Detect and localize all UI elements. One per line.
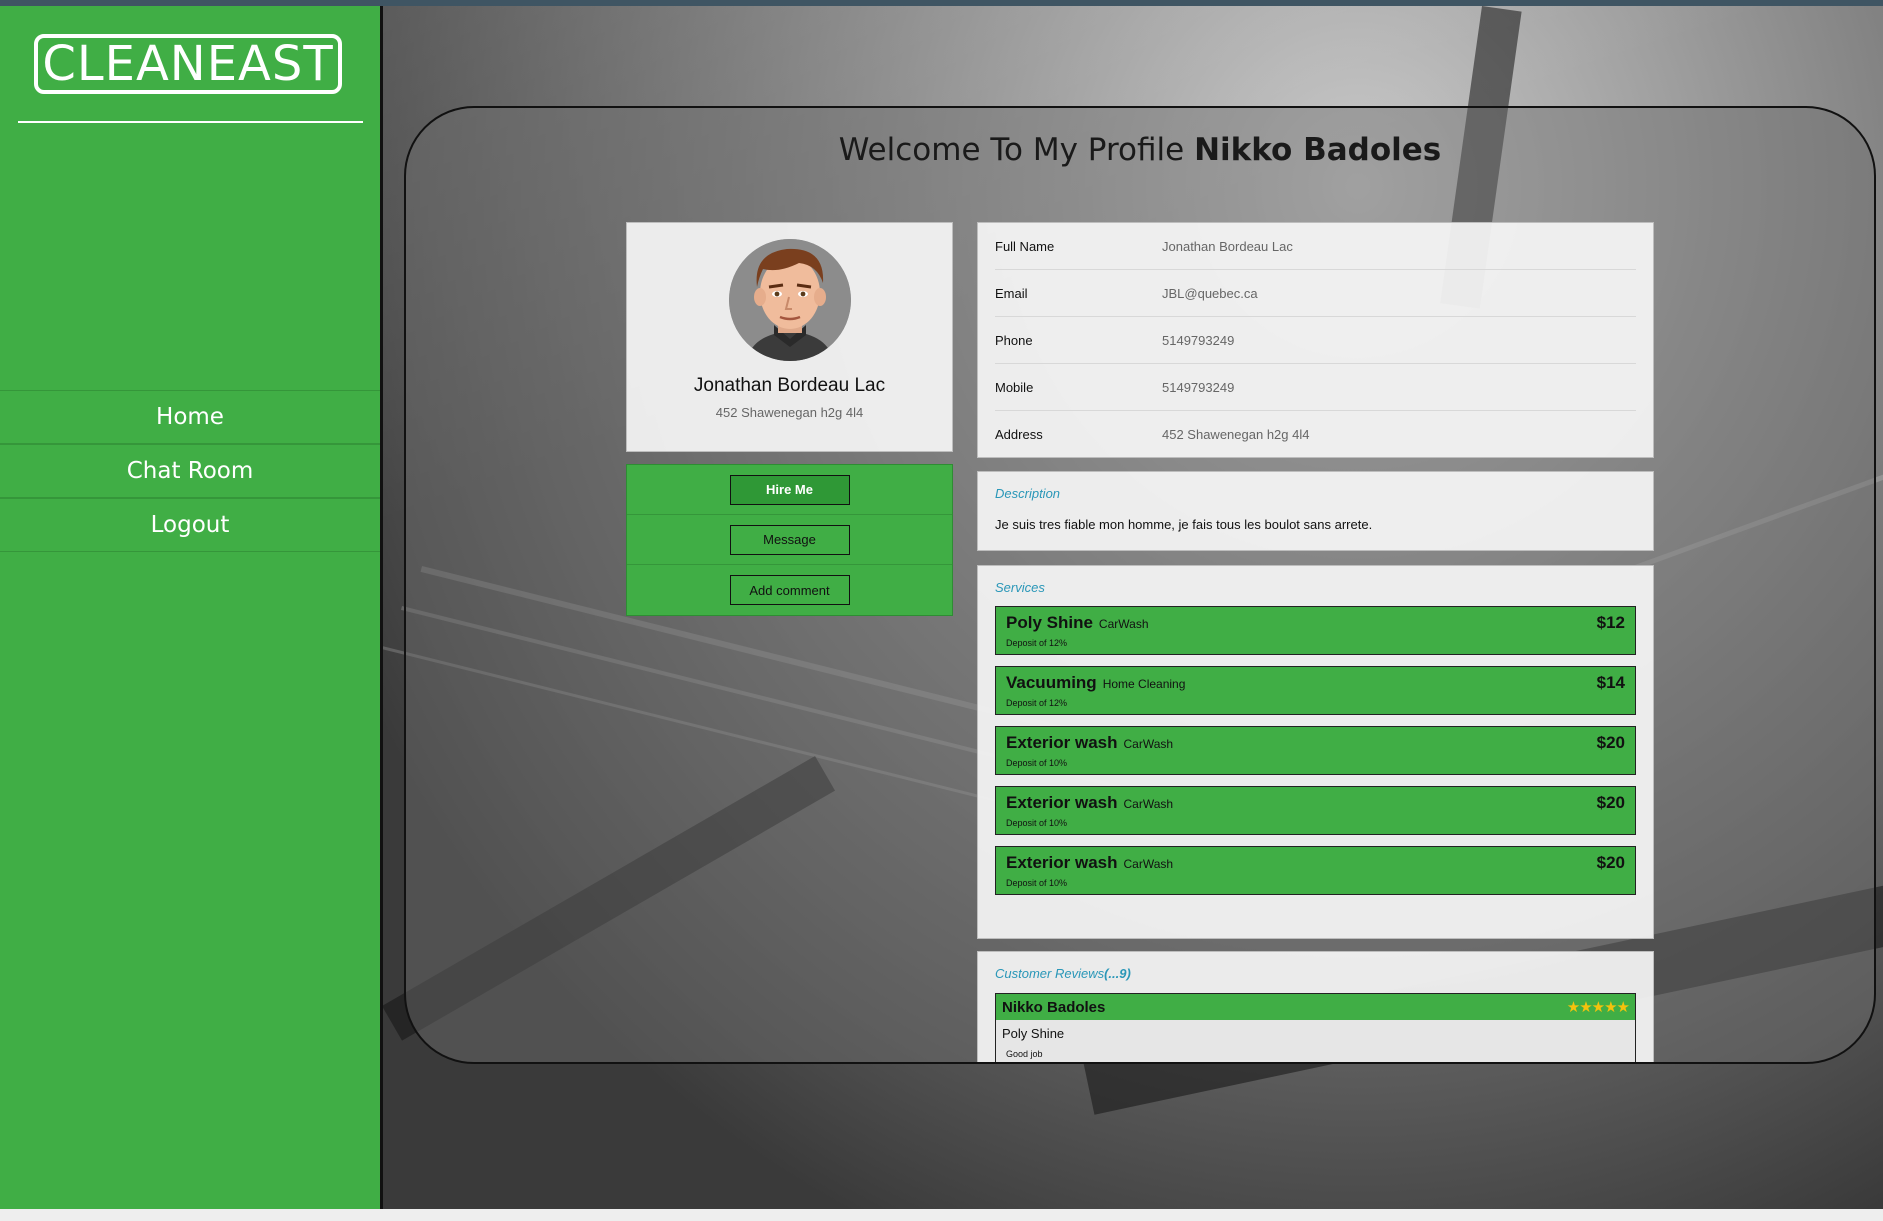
service-name-wrap: Exterior wash CarWash [1006, 793, 1173, 813]
service-category: CarWash [1098, 617, 1149, 631]
profile-panel: Welcome To My Profile Nikko Badoles Jona… [404, 106, 1876, 1064]
bottom-strip [0, 1209, 1883, 1221]
service-price: $12 [1596, 613, 1625, 632]
review-service: Poly Shine [1002, 1026, 1065, 1041]
service-name: Vacuuming [1006, 673, 1097, 692]
sidebar-item-home[interactable]: Home [0, 390, 380, 444]
info-label: Phone [995, 332, 1033, 348]
message-button[interactable]: Message [729, 524, 850, 555]
reviews-count-link[interactable]: (...9) [1104, 966, 1131, 981]
services-card: Services Poly Shine CarWash $12 Deposit o… [977, 565, 1654, 939]
info-value: JBL@quebec.ca [1162, 285, 1258, 301]
services-title: Services [995, 580, 1045, 595]
info-row-full-name: Full Name Jonathan Bordeau Lac [995, 223, 1636, 270]
profile-card: Jonathan Bordeau Lac 452 Shawenegan h2g … [626, 222, 953, 452]
profile-actions: Hire Me Message Add comment [626, 464, 953, 616]
service-deposit: Deposit of 10% [1006, 758, 1068, 768]
profile-address: 452 Shawenegan h2g 4l4 [715, 405, 864, 420]
service-price: $14 [1596, 673, 1625, 692]
description-title: Description [995, 486, 1061, 501]
info-value: Jonathan Bordeau Lac [1162, 238, 1293, 254]
review-item: Nikko Badoles ★★★★★ Poly Shine Good job [995, 993, 1636, 1062]
service-name-wrap: Exterior wash CarWash [1006, 853, 1173, 873]
service-name-wrap: Poly Shine CarWash [1006, 613, 1149, 633]
sidebar: CLEANEAST Home Chat Room Logout [0, 6, 383, 1209]
review-header: Nikko Badoles ★★★★★ [996, 994, 1635, 1020]
reviews-card: Customer Reviews(...9) Nikko Badoles ★★★… [977, 951, 1654, 1062]
service-category: Home Cleaning [1102, 677, 1186, 691]
service-name-wrap: Vacuuming Home Cleaning [1006, 673, 1185, 693]
service-item[interactable]: Vacuuming Home Cleaning $14 Deposit of 12… [995, 666, 1636, 715]
service-item[interactable]: Exterior wash CarWash $20 Deposit of 10% [995, 726, 1636, 775]
info-value: 5149793249 [1162, 332, 1235, 348]
description-text: Je suis tres fiable mon homme, je fais t… [995, 517, 1373, 532]
star-rating-icon: ★★★★★ [1566, 999, 1630, 1016]
service-name-wrap: Exterior wash CarWash [1006, 733, 1173, 753]
service-deposit: Deposit of 12% [1006, 698, 1068, 708]
description-card: Description Je suis tres fiable mon homm… [977, 471, 1654, 551]
reviewer-name: Nikko Badoles [1002, 998, 1106, 1016]
info-label: Address [995, 426, 1043, 442]
service-item[interactable]: Exterior wash CarWash $20 Deposit of 10% [995, 846, 1636, 895]
cleaneast-logo[interactable]: CLEANEAST [34, 34, 342, 94]
sidebar-divider [18, 121, 363, 123]
info-row-phone: Phone 5149793249 [995, 317, 1636, 364]
service-name: Exterior wash [1006, 733, 1118, 752]
service-category: CarWash [1123, 857, 1174, 871]
info-value: 5149793249 [1162, 379, 1235, 395]
review-text: Good job [1006, 1049, 1043, 1059]
sidebar-nav: Home Chat Room Logout [0, 390, 380, 552]
service-price: $20 [1596, 793, 1625, 812]
reviews-title-text: Customer Reviews [995, 966, 1105, 981]
welcome-text: Welcome To My Profile [838, 132, 1185, 168]
action-row: Message [627, 515, 952, 565]
service-deposit: Deposit of 10% [1006, 818, 1068, 828]
add-comment-button[interactable]: Add comment [729, 575, 850, 605]
cartoon-man-avatar-icon [729, 239, 851, 361]
service-deposit: Deposit of 12% [1006, 638, 1068, 648]
info-label: Mobile [995, 379, 1034, 395]
info-label: Email [995, 285, 1028, 301]
service-deposit: Deposit of 10% [1006, 878, 1068, 888]
service-price: $20 [1596, 733, 1625, 752]
viewer-name: Nikko Badoles [1194, 132, 1442, 168]
action-row: Hire Me [627, 465, 952, 515]
service-name: Exterior wash [1006, 793, 1118, 812]
avatar [729, 239, 851, 361]
info-row-email: Email JBL@quebec.ca [995, 270, 1636, 317]
info-row-mobile: Mobile 5149793249 [995, 364, 1636, 411]
sidebar-item-chat-room[interactable]: Chat Room [0, 444, 380, 498]
info-card: Full Name Jonathan Bordeau Lac Email JBL… [977, 222, 1654, 458]
info-row-address: Address 452 Shawenegan h2g 4l4 [995, 411, 1636, 457]
hire-me-button[interactable]: Hire Me [729, 474, 850, 505]
service-item[interactable]: Exterior wash CarWash $20 Deposit of 10% [995, 786, 1636, 835]
sidebar-item-logout[interactable]: Logout [0, 498, 380, 552]
service-category: CarWash [1123, 737, 1174, 751]
service-category: CarWash [1123, 797, 1174, 811]
action-row: Add comment [627, 565, 952, 615]
info-value: 452 Shawenegan h2g 4l4 [1162, 426, 1310, 442]
service-price: $20 [1596, 853, 1625, 872]
service-name: Poly Shine [1006, 613, 1093, 632]
profile-name: Jonathan Bordeau Lac [693, 375, 886, 396]
reviews-title: Customer Reviews(...9) [995, 966, 1636, 981]
service-name: Exterior wash [1006, 853, 1118, 872]
info-label: Full Name [995, 238, 1055, 254]
page-title: Welcome To My Profile Nikko Badoles [406, 132, 1874, 168]
service-item[interactable]: Poly Shine CarWash $12 Deposit of 12% [995, 606, 1636, 655]
